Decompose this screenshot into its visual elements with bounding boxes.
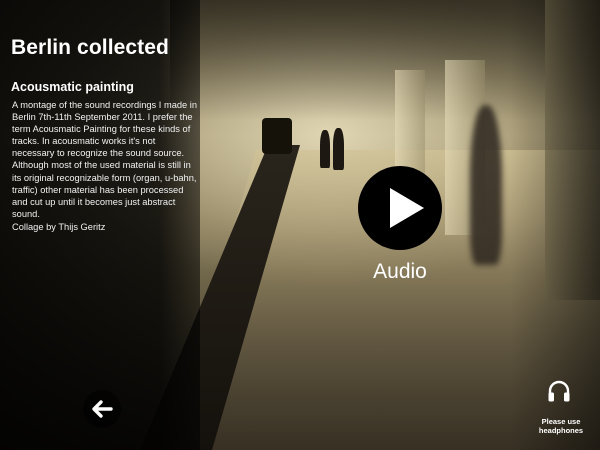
play-icon (390, 188, 424, 228)
play-button[interactable] (358, 166, 442, 250)
credit-text: Collage by Thijs Geritz (12, 222, 106, 232)
back-button[interactable] (83, 390, 121, 428)
page-title: Berlin collected (11, 36, 169, 59)
track-subtitle: Acousmatic painting (11, 80, 134, 94)
audio-label[interactable]: Audio (368, 260, 432, 284)
track-description: A montage of the sound recordings I made… (12, 100, 198, 219)
headphones-notice: Please use headphones (530, 417, 592, 435)
headphones-icon (548, 380, 570, 402)
headphones-notice-line1: Please use (541, 417, 581, 426)
headphones-notice-line2: headphones (538, 426, 584, 435)
back-arrow-icon (92, 400, 113, 418)
